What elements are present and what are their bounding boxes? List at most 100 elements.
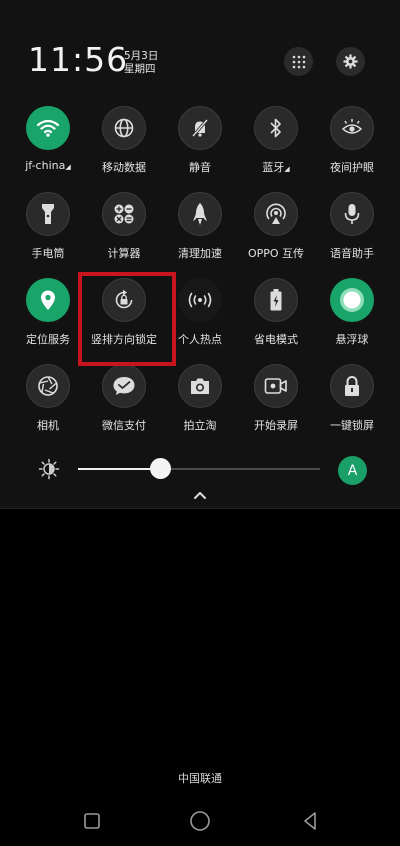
weekday-text: 星期四 (124, 63, 156, 75)
tile-label: 开始录屏 (254, 419, 298, 432)
tile-silent[interactable]: 静音 (162, 106, 238, 175)
tile-eye-protection[interactable]: 夜间护眼 (314, 106, 390, 175)
camera-toggle[interactable] (26, 364, 70, 408)
tile-wechat-pay[interactable]: 微信支付 (86, 364, 162, 433)
auto-brightness-button[interactable]: A (338, 456, 367, 485)
tile-wifi[interactable]: jf-china◢ (10, 106, 86, 172)
rocket-icon (193, 203, 207, 225)
panel-divider (0, 508, 400, 509)
bluetooth-toggle[interactable] (254, 106, 298, 150)
floating-ball-icon (340, 288, 364, 312)
edit-tiles-button[interactable] (284, 47, 313, 76)
power-saving-toggle[interactable] (254, 278, 298, 322)
brightness-slider[interactable] (78, 458, 320, 479)
highlight-box (78, 272, 176, 366)
carrier-label: 中国联通 (178, 772, 222, 785)
circle-icon (190, 811, 210, 831)
bell-off-icon (191, 119, 209, 137)
brightness-icon (38, 458, 60, 480)
clock: 11:56 (28, 40, 129, 79)
bluetooth-icon (270, 118, 281, 138)
tile-label: 移动数据 (102, 161, 146, 174)
flashlight-icon (42, 204, 54, 224)
tile-label: 相机 (37, 419, 59, 432)
tile-label: 清理加速 (178, 247, 222, 260)
wifi-toggle[interactable] (26, 106, 70, 150)
tile-flashlight[interactable]: 手电筒 (10, 192, 86, 261)
tile-lock-screen[interactable]: 一键锁屏 (314, 364, 390, 433)
tile-oppo-share[interactable]: OPPO 互传 (238, 192, 314, 261)
tile-label: 静音 (189, 161, 211, 174)
tile-label: 夜间护眼 (330, 161, 374, 174)
square-icon (84, 813, 100, 829)
tile-floating-ball[interactable]: 悬浮球 (314, 278, 390, 347)
microphone-icon (344, 204, 360, 224)
grid-icon (292, 55, 305, 68)
tile-label: 微信支付 (102, 419, 146, 432)
wechat-pay-icon (113, 377, 135, 395)
tile-label: 拍立淘 (183, 419, 217, 432)
eye-protection-toggle[interactable] (330, 106, 374, 150)
tile-voice-assistant[interactable]: 语音助手 (314, 192, 390, 261)
date-block: 5月3日 星期四 (124, 50, 158, 76)
calculator-toggle[interactable] (102, 192, 146, 236)
battery-icon (270, 289, 282, 311)
tile-camera[interactable]: 相机 (10, 364, 86, 433)
hotspot-icon (188, 292, 212, 308)
tile-label: 定位服务 (26, 333, 70, 346)
location-icon (41, 290, 55, 310)
tile-pailitao[interactable]: 拍立淘 (162, 364, 238, 433)
globe-icon (114, 118, 134, 138)
date-text: 5月3日 (124, 50, 159, 62)
lock-screen-toggle[interactable] (330, 364, 374, 408)
tile-mobile-data[interactable]: 移动数据 (86, 106, 162, 175)
quick-settings-panel: 11:56 5月3日 星期四 jf-china◢ 移动数据 静音 蓝牙◢ 夜间护… (0, 0, 400, 508)
expand-indicator: ◢ (284, 165, 290, 173)
recents-button[interactable] (78, 807, 106, 835)
chevron-up-icon[interactable] (192, 490, 208, 500)
tile-label: 一键锁屏 (330, 419, 374, 432)
brightness-slider-thumb[interactable] (149, 458, 171, 479)
tile-label: jf-china (25, 159, 66, 172)
back-button[interactable] (296, 807, 324, 835)
home-button[interactable] (186, 807, 214, 835)
camera-shutter-icon (38, 376, 58, 396)
floating-ball-toggle[interactable] (330, 278, 374, 322)
gear-icon (343, 54, 358, 69)
silent-toggle[interactable] (178, 106, 222, 150)
oppo-share-toggle[interactable] (254, 192, 298, 236)
tile-location[interactable]: 定位服务 (10, 278, 86, 347)
tile-screen-record[interactable]: 开始录屏 (238, 364, 314, 433)
tile-cleanup[interactable]: 清理加速 (162, 192, 238, 261)
pailitao-toggle[interactable] (178, 364, 222, 408)
tile-calculator[interactable]: 计算器 (86, 192, 162, 261)
tile-label: 悬浮球 (335, 333, 369, 346)
share-icon (266, 203, 286, 224)
screen-record-toggle[interactable] (254, 364, 298, 408)
tile-label: OPPO 互传 (247, 247, 305, 260)
triangle-back-icon (304, 812, 316, 830)
settings-button[interactable] (336, 47, 365, 76)
flashlight-toggle[interactable] (26, 192, 70, 236)
camera-icon (191, 378, 209, 394)
lock-icon (345, 376, 359, 396)
tile-label: 语音助手 (330, 247, 374, 260)
wifi-icon (36, 119, 60, 137)
tile-label: 省电模式 (254, 333, 298, 346)
tile-label: 蓝牙 (262, 161, 285, 174)
screen-record-icon (264, 378, 287, 394)
eye-icon (341, 119, 363, 134)
expand-indicator: ◢ (65, 163, 71, 171)
tile-bluetooth[interactable]: 蓝牙◢ (238, 106, 314, 175)
wechat-pay-toggle[interactable] (102, 364, 146, 408)
location-toggle[interactable] (26, 278, 70, 322)
mobile-data-toggle[interactable] (102, 106, 146, 150)
voice-assistant-toggle[interactable] (330, 192, 374, 236)
cleanup-toggle[interactable] (178, 192, 222, 236)
brightness-slider-fill (78, 468, 161, 470)
tile-label: 手电筒 (31, 247, 65, 260)
calculator-icon (114, 204, 134, 224)
tile-label: 计算器 (107, 247, 141, 260)
hotspot-toggle[interactable] (178, 278, 222, 322)
tile-power-saving[interactable]: 省电模式 (238, 278, 314, 347)
